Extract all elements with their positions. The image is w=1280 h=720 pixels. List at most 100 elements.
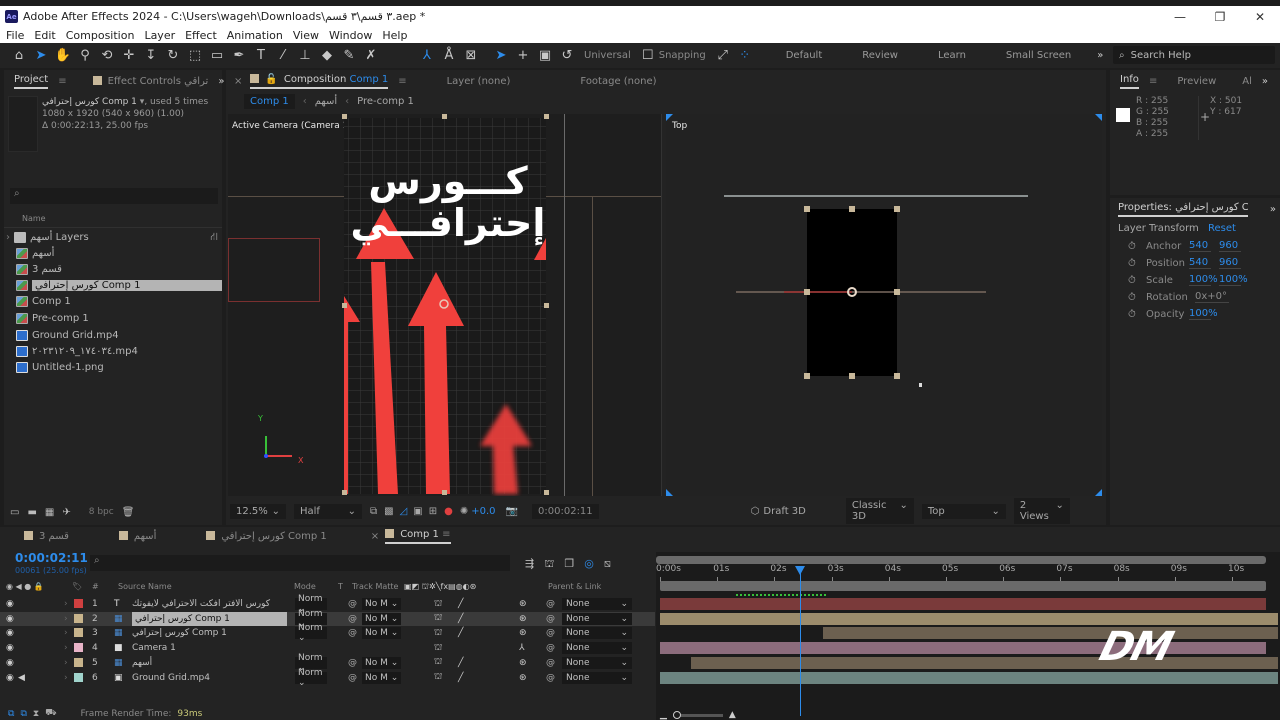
active-camera-viewer[interactable]: Active Camera (Camera 1) Y X كـــورس إحت…	[228, 114, 662, 496]
graph-editor-icon[interactable]: ⧅	[604, 557, 611, 572]
project-search-input[interactable]: ⌕	[10, 188, 218, 204]
brush-tool-icon[interactable]: ⁄	[272, 46, 294, 66]
eye-icon[interactable]: ◉	[6, 656, 14, 670]
project-item[interactable]: Pre-comp 1	[4, 310, 222, 326]
new-composition-icon[interactable]: ▦	[45, 507, 54, 518]
draft-3d-toggle-icon[interactable]: ⛫	[544, 557, 554, 572]
magnification-dropdown[interactable]: 12.5% ⌄	[230, 503, 286, 519]
lock-icon[interactable]: 🔓	[265, 74, 277, 85]
quality-switch-icon[interactable]: ╱	[458, 612, 463, 626]
stopwatch-icon[interactable]: ⏱	[1128, 258, 1136, 269]
camera-3d-icon[interactable]: ⅄	[519, 641, 525, 655]
project-item[interactable]: ١٧٤٠٣٤_٢٠٢٣١٢٠٩.mp4	[4, 343, 222, 359]
tab-align[interactable]: Al	[1242, 76, 1252, 87]
roto-brush-tool-icon[interactable]: ✎	[338, 46, 360, 66]
layer-name[interactable]: كورس الافتر افكت الاحترافي لايفوتك	[132, 597, 270, 611]
layer-duration-bar[interactable]	[660, 598, 1267, 610]
playhead-handle-icon[interactable]	[794, 566, 805, 575]
project-item[interactable]: › أسهم Layers	[4, 229, 222, 245]
layer-row[interactable]: ◉ › 1 T كورس الافتر افكت الاحترافي لايفوتك No…	[0, 594, 655, 614]
label-color[interactable]	[74, 599, 83, 608]
workspace-small-screen[interactable]: Small Screen	[1006, 50, 1071, 61]
shy-switch-icon[interactable]: ⛫	[434, 671, 442, 685]
track-matte-dropdown[interactable]: No M ⌄	[362, 598, 402, 610]
top-viewer[interactable]: Top	[666, 114, 1102, 496]
3d-view-dropdown[interactable]: Top ⌄	[921, 503, 1006, 519]
tab-footage[interactable]: Footage (none)	[580, 76, 656, 87]
mode-dropdown[interactable]: Norm ⌄	[295, 623, 327, 643]
draft-3d-icon[interactable]: ⬡	[751, 506, 760, 517]
tab-layer[interactable]: Layer (none)	[447, 76, 511, 87]
playhead[interactable]	[794, 566, 805, 716]
shy-switch-icon[interactable]: ⛫	[434, 641, 442, 655]
close-button[interactable]: ✕	[1240, 10, 1280, 24]
parent-pickwhip-icon[interactable]: @	[546, 612, 555, 626]
layer-switches-toggle-icon[interactable]: ⧉	[8, 709, 14, 719]
eraser-tool-icon[interactable]: ◆	[316, 46, 338, 66]
world-axis-mode-icon[interactable]: Å	[438, 46, 460, 66]
snap-options-icon[interactable]: ⤢	[712, 46, 734, 66]
pan-behind-tool-icon[interactable]: ⬚	[184, 46, 206, 66]
layer-duration-bar[interactable]	[823, 627, 1278, 640]
zoom-out-icon[interactable]: ▁	[660, 710, 667, 720]
close-tab-icon[interactable]: ×	[234, 76, 242, 87]
mask-visibility-icon[interactable]: ◿	[400, 506, 408, 517]
project-item[interactable]: Untitled-1.png	[4, 359, 222, 375]
expand-icon[interactable]: ›	[6, 232, 10, 243]
parent-pickwhip-icon[interactable]: @	[546, 641, 555, 655]
3d-layer-switch-icon[interactable]: ⊛	[519, 597, 527, 611]
3d-layer-switch-icon[interactable]: ⊛	[519, 671, 527, 685]
track-matte-dropdown[interactable]: No M ⌄	[362, 671, 402, 684]
view-layout-dropdown[interactable]: 2 Views ⌄	[1013, 498, 1070, 524]
current-time[interactable]: 0:00:02:11	[15, 551, 88, 565]
track-matte-dropdown[interactable]: No M ⌄	[362, 627, 402, 640]
zoom-in-icon[interactable]: ▲	[729, 710, 736, 720]
close-tab-icon[interactable]: ×	[371, 531, 379, 542]
quality-switch-icon[interactable]: ╱	[458, 597, 463, 611]
hand-tool-icon[interactable]: ✋	[52, 46, 74, 66]
reset-button[interactable]: Reset	[1208, 223, 1236, 234]
more-panels-icon[interactable]: »	[1262, 76, 1268, 87]
menu-animation[interactable]: Animation	[227, 29, 283, 42]
label-color[interactable]	[74, 613, 83, 623]
layer-row[interactable]: ◉ › 5 ▦ أسهم Norm ⌄ @ No M ⌄ ⛫ ╱ ⊛ @ None ⌄	[0, 653, 655, 673]
project-item-selected[interactable]: كورس إحترافي Comp 1	[4, 277, 222, 293]
eye-icon[interactable]: ◉	[6, 641, 14, 655]
render-time-toggle-icon[interactable]: ⛟	[45, 708, 56, 719]
parent-pickwhip-icon[interactable]: @	[546, 671, 555, 685]
expand-icon[interactable]: ›	[64, 626, 68, 640]
prop-value-x[interactable]: 540	[1189, 257, 1211, 269]
reset-exposure-icon[interactable]: ✺	[460, 506, 468, 517]
tab-properties[interactable]: Properties: كورس إحترافي Comp	[1118, 202, 1248, 217]
prop-value-x[interactable]: 100%	[1189, 274, 1218, 286]
quality-switch-icon[interactable]: ╱	[458, 671, 463, 685]
layer-row[interactable]: ◉ › 4 ■ Camera 1 ⛫ ⅄ @ None ⌄	[0, 641, 655, 655]
3d-layer-switch-icon[interactable]: ⊛	[519, 626, 527, 640]
layer-row[interactable]: ◉ ◀ › 6 ▣ Ground Grid.mp4 Norm ⌄ @ No M ⌄ ⛫ ╱ ⊛ @ Non…	[0, 668, 655, 688]
eye-icon[interactable]: ◉	[6, 626, 14, 640]
view-axis-mode-icon[interactable]: ⊠	[460, 46, 482, 66]
parent-dropdown[interactable]: None ⌄	[562, 656, 632, 669]
pickwhip-icon[interactable]: @	[348, 656, 357, 670]
prop-value[interactable]: 0x+0°	[1195, 291, 1229, 303]
timeline-tab-active[interactable]: Comp 1 ≡	[385, 529, 451, 544]
prop-value-x[interactable]: 540	[1189, 240, 1211, 252]
eye-icon[interactable]: ◉	[6, 612, 14, 626]
parent-dropdown[interactable]: None ⌄	[562, 598, 632, 610]
move-gizmo-icon[interactable]: +	[512, 46, 534, 66]
pickwhip-icon[interactable]: @	[348, 626, 357, 640]
prop-value-y[interactable]: 100%	[1219, 274, 1248, 286]
trash-icon[interactable]: 🗑	[122, 507, 135, 518]
snapping-checkbox[interactable]: ☐	[637, 46, 659, 66]
menu-edit[interactable]: Edit	[34, 29, 55, 42]
layer-name[interactable]: كورس إحترافي Comp 1	[132, 626, 227, 640]
pan-camera-tool-icon[interactable]: ✛	[118, 46, 140, 66]
work-area-navigator[interactable]	[656, 556, 1266, 564]
region-of-interest-icon[interactable]: ▣	[413, 506, 422, 517]
grid-guides-icon[interactable]: ⊞	[429, 506, 437, 517]
panel-menu-icon[interactable]: ≡	[58, 76, 66, 87]
eye-icon[interactable]: ◉	[6, 671, 14, 685]
menu-view[interactable]: View	[293, 29, 319, 42]
parent-pickwhip-icon[interactable]: @	[546, 597, 555, 611]
project-item[interactable]: Ground Grid.mp4	[4, 327, 222, 343]
